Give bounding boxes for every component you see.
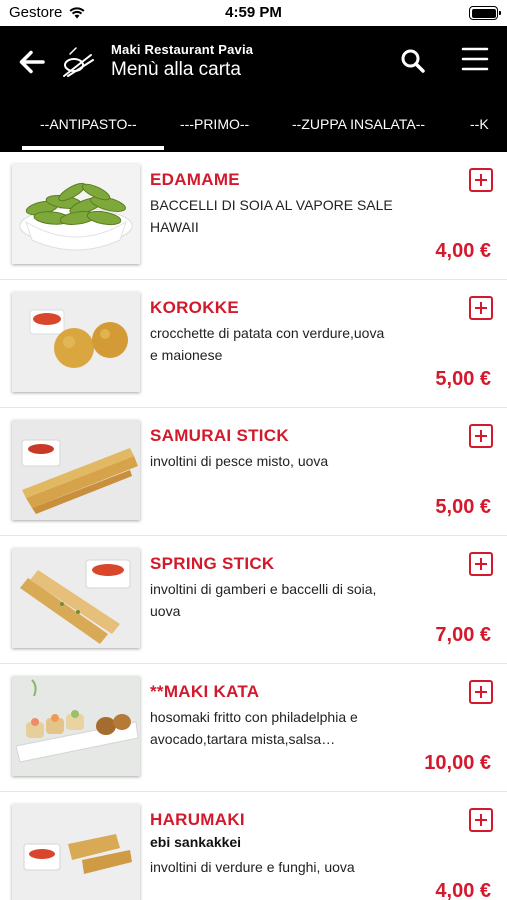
chopsticks-logo-icon (63, 47, 94, 77)
add-to-cart-icon[interactable] (469, 808, 493, 832)
tab-primo[interactable]: ---PRIMO-- (180, 116, 249, 132)
menu-item-korokke[interactable]: KOROKKE crocchette di patata con verdure… (0, 280, 507, 408)
item-description-line2: e maionese (150, 347, 223, 363)
item-price: 10,00 € (424, 752, 491, 774)
menu-item-spring-stick[interactable]: SPRING STICK involtini di gamberi e bacc… (0, 536, 507, 664)
item-price: 7,00 € (435, 624, 491, 646)
item-description-line2: uova (150, 603, 181, 619)
menu-item-harumaki[interactable]: HARUMAKI ebi sankakkei involtini di verd… (0, 792, 507, 900)
edamame-photo (12, 164, 140, 264)
item-price: 5,00 € (435, 368, 491, 390)
item-description: involtini di gamberi e baccelli di soia, (150, 581, 377, 597)
hamburger-menu-icon[interactable] (461, 46, 489, 72)
search-icon[interactable] (400, 48, 426, 74)
item-name: EDAMAME (150, 170, 240, 189)
app-header: Maki Restaurant Pavia Menù alla carta --… (0, 26, 507, 152)
add-to-cart-icon[interactable] (469, 552, 493, 576)
menu-item-samurai-stick[interactable]: SAMURAI STICK involtini di pesce misto, … (0, 408, 507, 536)
item-description: BACCELLI DI SOIA AL VAPORE SALE (150, 197, 393, 213)
item-price: 4,00 € (435, 880, 491, 900)
add-to-cart-icon[interactable] (469, 296, 493, 320)
page-title: Menù alla carta (111, 59, 241, 80)
back-arrow-icon[interactable] (18, 48, 46, 76)
add-to-cart-icon[interactable] (469, 168, 493, 192)
add-to-cart-icon[interactable] (469, 680, 493, 704)
item-description: involtini di verdure e funghi, uova (150, 859, 355, 875)
item-description: crocchette di patata con verdure,uova (150, 325, 385, 341)
item-name: SAMURAI STICK (150, 426, 289, 445)
item-description: involtini di pesce misto, uova (150, 453, 329, 469)
status-bar: Gestore 4:59 PM (0, 0, 507, 26)
menu-item-maki-kata[interactable]: **MAKI KATA hosomaki fritto con philadel… (0, 664, 507, 792)
battery-icon (469, 6, 501, 20)
active-tab-indicator (22, 146, 164, 150)
menu-item-list[interactable]: EDAMAME BACCELLI DI SOIA AL VAPORE SALE … (0, 152, 507, 900)
korokke-photo (12, 292, 140, 392)
add-to-cart-icon[interactable] (469, 424, 493, 448)
tab-zuppa-insalata[interactable]: --ZUPPA INSALATA-- (292, 116, 425, 132)
tab-next-partial[interactable]: --K (470, 116, 489, 132)
item-name: **MAKI KATA (150, 682, 260, 701)
header-titles: Maki Restaurant Pavia Menù alla carta (111, 42, 253, 81)
item-name: KOROKKE (150, 298, 239, 317)
maki-kata-photo (12, 676, 140, 776)
clock: 4:59 PM (225, 4, 282, 21)
harumaki-photo (12, 804, 140, 900)
item-description-line2: HAWAII (150, 219, 199, 235)
item-subtitle: ebi sankakkei (150, 834, 242, 850)
category-tabs: --ANTIPASTO-- ---PRIMO-- --ZUPPA INSALAT… (0, 106, 507, 152)
samurai-stick-photo (12, 420, 140, 520)
item-description-line2: avocado,tartara mista,salsa… (150, 731, 336, 747)
restaurant-name: Maki Restaurant Pavia (111, 42, 254, 57)
tab-antipasto[interactable]: --ANTIPASTO-- (40, 116, 137, 132)
item-description: hosomaki fritto con philadelphia e (150, 709, 358, 725)
item-name: HARUMAKI (150, 810, 245, 829)
spring-stick-photo (12, 548, 140, 648)
item-name: SPRING STICK (150, 554, 275, 573)
item-price: 4,00 € (435, 240, 491, 262)
menu-item-edamame[interactable]: EDAMAME BACCELLI DI SOIA AL VAPORE SALE … (0, 152, 507, 280)
item-price: 5,00 € (435, 496, 491, 518)
